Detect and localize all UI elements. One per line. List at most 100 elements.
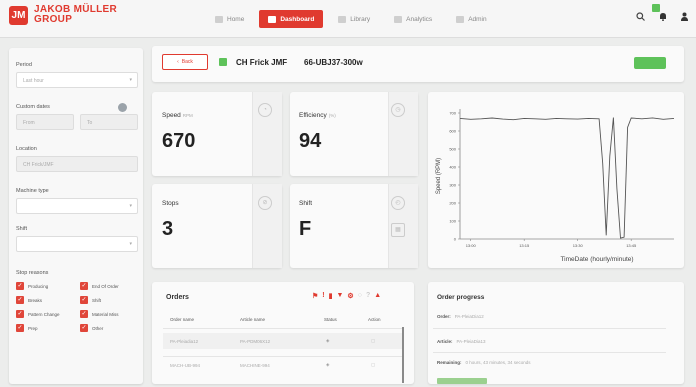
stop-reasons-label: Stop reasons (16, 270, 49, 276)
tab-analytics[interactable]: Analytics (385, 10, 441, 28)
stop-reason-checkbox[interactable]: ✓ End Of Order (80, 282, 119, 290)
orders-title: Orders (166, 294, 189, 301)
shift-label: Shift (16, 226, 28, 232)
x-axis-label: TimeDate (hourly/minute) (560, 256, 633, 263)
speedometer-icon: ◔ (258, 103, 272, 117)
x-tick-label: 13:15 (519, 243, 530, 248)
column-header[interactable]: Status (324, 317, 337, 322)
stop-reason-checkbox[interactable]: ✓ Breaks (16, 296, 42, 304)
column-header[interactable]: Action (368, 317, 381, 322)
stop-reason-checkbox[interactable]: ✓ Material Miss (80, 310, 119, 318)
kpi-title: Stops (162, 200, 179, 207)
kpi-value: 670 (162, 130, 196, 152)
chevron-down-icon: ▾ (129, 241, 132, 247)
help-icon[interactable]: ? (366, 292, 370, 300)
filter-sidebar: Period Last hour ▾ Custom dates From To L… (9, 48, 143, 384)
filter-icon[interactable]: ▼ (336, 292, 343, 300)
custom-dates-label: Custom dates (16, 104, 50, 110)
brand-name: JAKOB MÜLLER GROUP (34, 4, 118, 25)
kpi-value: 94 (299, 130, 322, 152)
stop-reason-checkbox[interactable]: ✓ Shift (80, 296, 101, 304)
stop-reason-checkbox[interactable]: ✓ Pattern Change (16, 310, 60, 318)
action-icon[interactable]: ▢ (371, 338, 375, 344)
period-select[interactable]: Last hour ▾ (16, 72, 138, 88)
y-tick-label: 100 (449, 219, 456, 224)
analytics-icon (394, 15, 403, 23)
stop-reason-checkbox[interactable]: ✓ Prep (16, 324, 38, 332)
machine-header-card (152, 46, 684, 82)
tab-home[interactable]: Home (206, 10, 253, 28)
row-divider (163, 356, 403, 357)
machine-status-icon (219, 58, 227, 66)
kpi-value: F (299, 218, 312, 240)
checkbox-checked-icon: ✓ (80, 296, 88, 304)
settings-icon[interactable]: ⚙ (347, 292, 353, 300)
main-nav: Home Dashboard Library Analytics Admin (206, 10, 502, 28)
checkbox-checked-icon: ✓ (80, 310, 88, 318)
admin-icon (456, 15, 465, 23)
machine-status-badge (634, 57, 666, 69)
table-row[interactable] (163, 333, 403, 349)
x-tick-label: 13:00 (466, 243, 477, 248)
user-icon[interactable] (681, 12, 688, 23)
progress-remaining-line: Remaining: 0 hours, 43 minutes, 34 second… (437, 360, 531, 365)
search-icon[interactable] (636, 12, 645, 23)
y-tick-label: 300 (449, 183, 456, 188)
progress-bar (437, 378, 487, 384)
chevron-left-icon: ‹ (177, 59, 179, 65)
warning-icon[interactable]: ▲ (374, 292, 381, 300)
tab-admin[interactable]: Admin (447, 10, 495, 28)
stop-reason-checkbox[interactable]: ✓ Other (80, 324, 103, 332)
top-bar: JM JAKOB MÜLLER GROUP Home Dashboard Lib… (0, 0, 696, 38)
y-tick-label: 600 (449, 129, 456, 134)
checkbox-checked-icon: ✓ (16, 282, 24, 290)
column-header[interactable]: Article name (240, 317, 265, 322)
shift-select[interactable]: ▾ (16, 236, 138, 252)
status-icon: ◈ (326, 338, 330, 343)
kpi-title: Shift (299, 200, 313, 207)
y-axis-label: Speed (RPM) (436, 158, 442, 194)
alert-icon[interactable]: ! (322, 292, 324, 300)
logo-mark-icon: JM (9, 5, 28, 25)
custom-dates-toggle[interactable] (118, 103, 127, 112)
machine-type-label: Machine type (16, 188, 49, 194)
order-name-cell: MACH-UB-994 (170, 363, 201, 368)
brand-logo[interactable]: JM JAKOB MÜLLER GROUP (9, 5, 117, 25)
to-date-input[interactable]: To (80, 114, 138, 130)
bell-icon[interactable] (659, 12, 667, 23)
delete-icon[interactable]: ▮ (329, 292, 333, 300)
from-date-input[interactable]: From (16, 114, 74, 130)
gauge-icon: ◷ (391, 103, 405, 117)
tab-dashboard[interactable]: Dashboard (259, 10, 324, 28)
toolbar-icons (622, 12, 688, 23)
column-header[interactable]: Order name (170, 317, 194, 322)
notification-badge (652, 4, 660, 12)
home-icon (215, 15, 223, 23)
clock-icon: ◴ (391, 196, 405, 210)
checkbox-checked-icon: ✓ (16, 296, 24, 304)
status-icon: ◈ (326, 362, 330, 367)
kpi-title: Efficiency (%) (299, 112, 336, 119)
kpi-value: 3 (162, 218, 174, 240)
back-button[interactable]: ‹ Back (162, 54, 208, 70)
stop-reason-checkbox[interactable]: ✓ Producing (16, 282, 48, 290)
info-icon[interactable]: ○ (358, 292, 362, 300)
progress-article-line: Article: PA-PleiaDia13 (437, 339, 486, 344)
flag-icon[interactable]: ⚑ (312, 292, 318, 300)
orders-scrollbar[interactable] (402, 327, 404, 383)
tab-library[interactable]: Library (329, 10, 379, 28)
order-progress-title: Order progress (437, 294, 485, 301)
chevron-down-icon: ▾ (129, 77, 132, 83)
article-name-cell: PA-PDM06X12 (240, 339, 271, 344)
article-name-cell: MACHINE-994 (240, 363, 270, 368)
x-tick-label: 13:45 (626, 243, 637, 248)
location-field[interactable]: CH Frick/JMF (16, 156, 138, 172)
action-icon[interactable]: ▢ (371, 362, 375, 368)
location-label: Location (16, 146, 37, 152)
checkbox-checked-icon: ✓ (16, 310, 24, 318)
calendar-icon: ▦ (391, 223, 405, 237)
stop-sign-icon: ⊘ (258, 196, 272, 210)
machine-type-select[interactable]: ▾ (16, 198, 138, 214)
checkbox-checked-icon: ✓ (16, 324, 24, 332)
y-tick-label: 400 (449, 165, 456, 170)
